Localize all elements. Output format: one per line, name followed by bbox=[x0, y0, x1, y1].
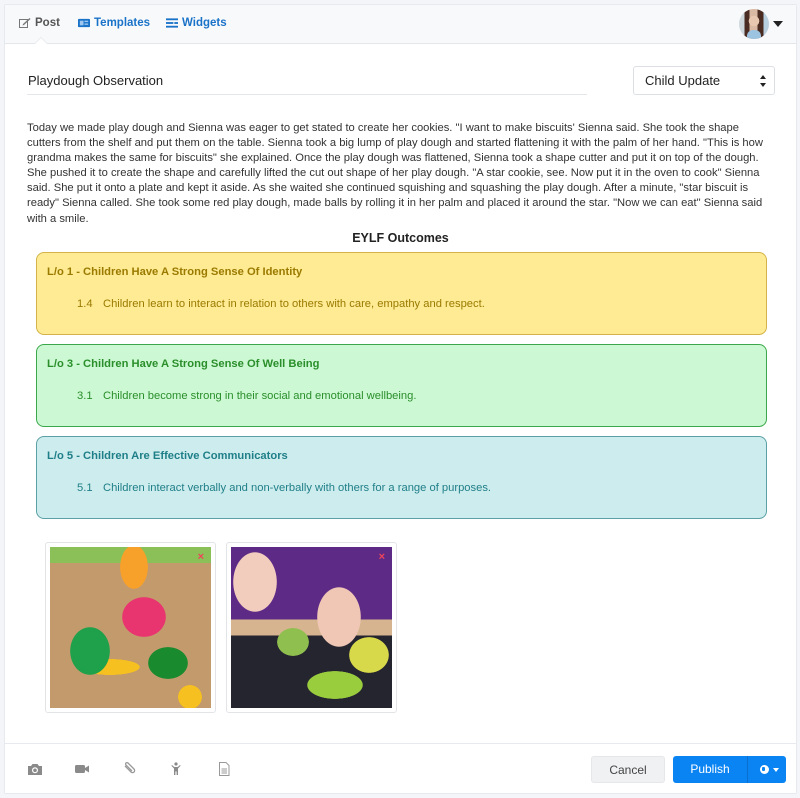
remove-photo-icon[interactable]: × bbox=[198, 552, 204, 563]
tab-templates-label: Templates bbox=[94, 17, 151, 29]
document-icon[interactable] bbox=[216, 762, 232, 776]
video-icon[interactable] bbox=[74, 762, 90, 776]
outcome-text: Children become strong in their social a… bbox=[103, 390, 417, 402]
post-title-input[interactable] bbox=[27, 67, 587, 95]
attachment-photo[interactable]: × bbox=[45, 542, 216, 713]
attachment-photo[interactable]: × bbox=[226, 542, 397, 713]
visibility-dropdown-button[interactable] bbox=[747, 756, 786, 783]
avatar[interactable] bbox=[739, 9, 769, 39]
outcome-code: 1.4 bbox=[77, 298, 93, 310]
select-arrows-icon bbox=[760, 75, 767, 87]
widgets-icon bbox=[166, 18, 178, 28]
outcome-code: 3.1 bbox=[77, 390, 93, 402]
outcome-card[interactable]: L/o 1 - Children Have A Strong Sense Of … bbox=[36, 252, 767, 335]
avatar-shirt bbox=[747, 30, 761, 39]
outcome-text: Children learn to interact in relation t… bbox=[103, 298, 485, 310]
post-body-text[interactable]: Today we made play dough and Sienna was … bbox=[27, 121, 775, 227]
outcomes-title: EYLF Outcomes bbox=[352, 231, 449, 245]
caret-down-icon[interactable] bbox=[773, 21, 783, 27]
remove-photo-icon[interactable]: × bbox=[379, 552, 385, 563]
tab-widgets[interactable]: Widgets bbox=[166, 17, 227, 29]
post-type-select[interactable]: Child Update bbox=[633, 66, 775, 95]
tab-post-label: Post bbox=[35, 17, 60, 29]
photo-playdough-cutters: × bbox=[50, 547, 211, 708]
outcome-heading: L/o 5 - Children Are Effective Communica… bbox=[47, 450, 288, 462]
outcome-text: Children interact verbally and non-verba… bbox=[103, 482, 492, 494]
outcome-card[interactable]: L/o 3 - Children Have A Strong Sense Of … bbox=[36, 344, 767, 427]
tab-templates[interactable]: Templates bbox=[78, 17, 150, 29]
outcome-item: 3.1 Children become strong in their socia… bbox=[77, 390, 416, 402]
paperclip-icon[interactable] bbox=[121, 762, 137, 776]
active-tab-indicator bbox=[35, 38, 47, 44]
outcome-item: 1.4 Children learn to interact in relatio… bbox=[77, 298, 485, 310]
edit-icon bbox=[19, 18, 31, 28]
camera-icon[interactable] bbox=[27, 762, 43, 776]
outcome-card[interactable]: L/o 5 - Children Are Effective Communica… bbox=[36, 436, 767, 519]
child-icon[interactable] bbox=[168, 762, 184, 776]
tab-widgets-label: Widgets bbox=[182, 17, 227, 29]
templates-icon bbox=[78, 18, 90, 28]
post-editor: Post Templates Widgets Child bbox=[4, 4, 797, 794]
globe-icon bbox=[760, 765, 769, 774]
caret-down-icon bbox=[773, 768, 779, 772]
post-type-selected: Child Update bbox=[645, 73, 721, 88]
editor-tabs-bar: Post Templates Widgets bbox=[5, 5, 796, 44]
editor-footer: Cancel Publish bbox=[5, 743, 796, 793]
tab-post[interactable]: Post bbox=[19, 17, 60, 29]
publish-button[interactable]: Publish bbox=[673, 756, 747, 783]
outcome-heading: L/o 1 - Children Have A Strong Sense Of … bbox=[47, 266, 303, 278]
outcome-code: 5.1 bbox=[77, 482, 93, 494]
photo-child-playdough: × bbox=[231, 547, 392, 708]
cancel-button[interactable]: Cancel bbox=[591, 756, 665, 783]
outcome-heading: L/o 3 - Children Have A Strong Sense Of … bbox=[47, 358, 320, 370]
outcome-item: 5.1 Children interact verbally and non-ve… bbox=[77, 482, 491, 494]
